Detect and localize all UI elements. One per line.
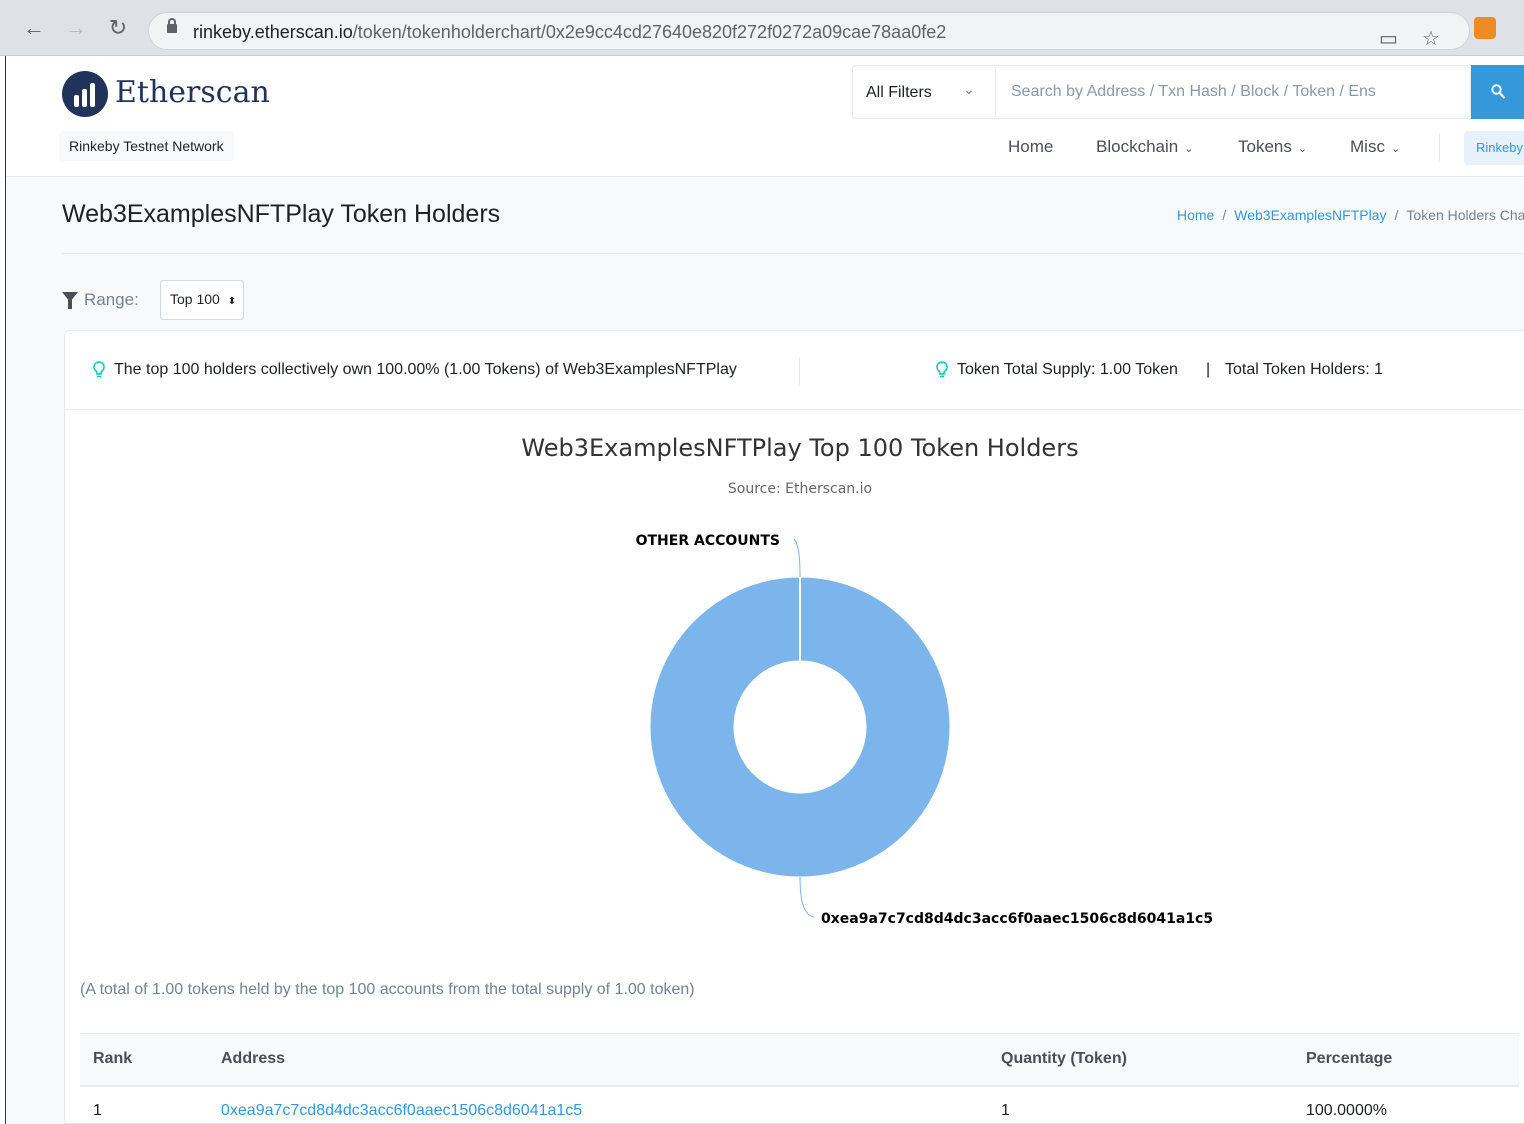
chart-title: Web3ExamplesNFTPlay Top 100 Token Holder… <box>521 434 1079 462</box>
nav-misc[interactable]: Misc ⌄ <box>1350 137 1400 157</box>
lightbulb-icon <box>93 361 105 378</box>
star-icon[interactable]: ☆ <box>1422 29 1440 49</box>
col-quantity: Quantity (Token) <box>988 1033 1293 1087</box>
page-title: Web3ExamplesNFTPlay Token Holders <box>62 200 501 228</box>
breadcrumb: Home / Web3ExamplesNFTPlay / Token Holders C… <box>1177 207 1524 223</box>
holders-table: Rank Address Quantity (Token) Percentage… <box>80 1033 1519 1124</box>
nav-divider <box>1439 133 1440 161</box>
network-switch-button[interactable]: Rinkeby <box>1464 131 1524 165</box>
browser-toolbar: ← → ↻ rinkeby.etherscan.io/token/tokenho… <box>0 0 1524 56</box>
back-icon[interactable]: ← <box>20 14 48 42</box>
total-tokens-note: (A total of 1.00 tokens held by the top … <box>80 981 695 998</box>
reload-icon[interactable]: ↻ <box>104 14 132 42</box>
breadcrumb-token[interactable]: Web3ExamplesNFTPlay <box>1234 207 1386 223</box>
total-supply-text: Token Total Supply: 1.00 Token <box>957 361 1178 378</box>
search-input[interactable] <box>995 65 1471 119</box>
filter-icon <box>62 292 78 309</box>
cell-percentage: 100.0000% <box>1306 1102 1387 1119</box>
holder-address-link[interactable]: 0xea9a7c7cd8d4dc3acc6f0aaec1506c8d6041a1… <box>221 1102 582 1119</box>
breadcrumb-current: Token Holders Chart <box>1406 207 1524 223</box>
range-label: Range: <box>84 290 139 309</box>
data-label: 0xea9a7c7cd8d4dc3acc6f0aaec1506c8d6041a1… <box>821 911 1213 927</box>
chart-subtitle: Source: Etherscan.io <box>727 481 873 497</box>
site-header: Etherscan Rinkeby Testnet Network All Fi… <box>7 57 1524 177</box>
search-icon <box>1491 84 1505 99</box>
lightbulb-icon <box>936 361 948 378</box>
chevron-down-icon: ⌄ <box>1184 143 1194 155</box>
table-row: 1 0xea9a7c7cd8d4dc3acc6f0aaec1506c8d6041… <box>80 1086 1519 1124</box>
holders-summary: The top 100 holders collectively own 100… <box>65 331 1524 410</box>
holders-donut-chart: 0xea9a7c7cd8d4dc3acc6f0aaec1506c8d6041a1… <box>636 533 1214 927</box>
col-address: Address <box>208 1033 988 1087</box>
network-badge: Rinkeby Testnet Network <box>59 131 234 161</box>
nav-blockchain[interactable]: Blockchain ⌄ <box>1096 137 1193 157</box>
data-label-connector <box>793 538 801 578</box>
info-separator: | <box>1206 361 1211 378</box>
cast-icon[interactable]: ▭ <box>1379 29 1398 49</box>
cell-rank: 1 <box>93 1102 102 1119</box>
etherscan-logo-icon[interactable] <box>62 71 108 117</box>
address-bar[interactable]: rinkeby.etherscan.io/token/tokenholderch… <box>148 12 1470 50</box>
total-holders-text: Total Token Holders: 1 <box>1225 361 1384 378</box>
nav-home[interactable]: Home <box>1008 137 1053 157</box>
col-percentage: Percentage <box>1293 1033 1519 1087</box>
holders-card: The top 100 holders collectively own 100… <box>64 330 1524 1124</box>
data-label: OTHER ACCOUNTS <box>636 533 780 549</box>
title-divider <box>62 253 1524 254</box>
breadcrumb-home[interactable]: Home <box>1177 207 1214 223</box>
search-filter-select[interactable]: All Filters ⌄ <box>852 65 995 119</box>
url-text: rinkeby.etherscan.io/token/tokenholderch… <box>193 22 947 42</box>
chevron-down-icon: ⌄ <box>1390 143 1401 155</box>
metamask-extension-icon[interactable] <box>1474 17 1496 39</box>
chevron-down-icon: ⌄ <box>963 81 975 97</box>
table-header-row: Rank Address Quantity (Token) Percentage <box>80 1033 1519 1087</box>
data-label-connector <box>799 876 815 918</box>
window-edge <box>0 56 6 1124</box>
cell-address: 0xea9a7c7cd8d4dc3acc6f0aaec1506c8d6041a1… <box>208 1086 988 1124</box>
search-button[interactable] <box>1471 65 1524 119</box>
range-select[interactable]: Top 100 ⬍ <box>160 280 244 320</box>
lock-icon <box>167 18 177 33</box>
logo-text[interactable]: Etherscan <box>115 75 270 110</box>
nav-tokens[interactable]: Tokens ⌄ <box>1238 137 1307 157</box>
chevron-down-icon: ⌄ <box>1297 143 1308 155</box>
info-divider <box>799 357 800 385</box>
forward-icon[interactable]: → <box>62 14 90 42</box>
col-rank: Rank <box>80 1033 208 1087</box>
cell-quantity: 1 <box>1001 1102 1010 1119</box>
collective-ownership-text: The top 100 holders collectively own 100… <box>114 361 737 378</box>
